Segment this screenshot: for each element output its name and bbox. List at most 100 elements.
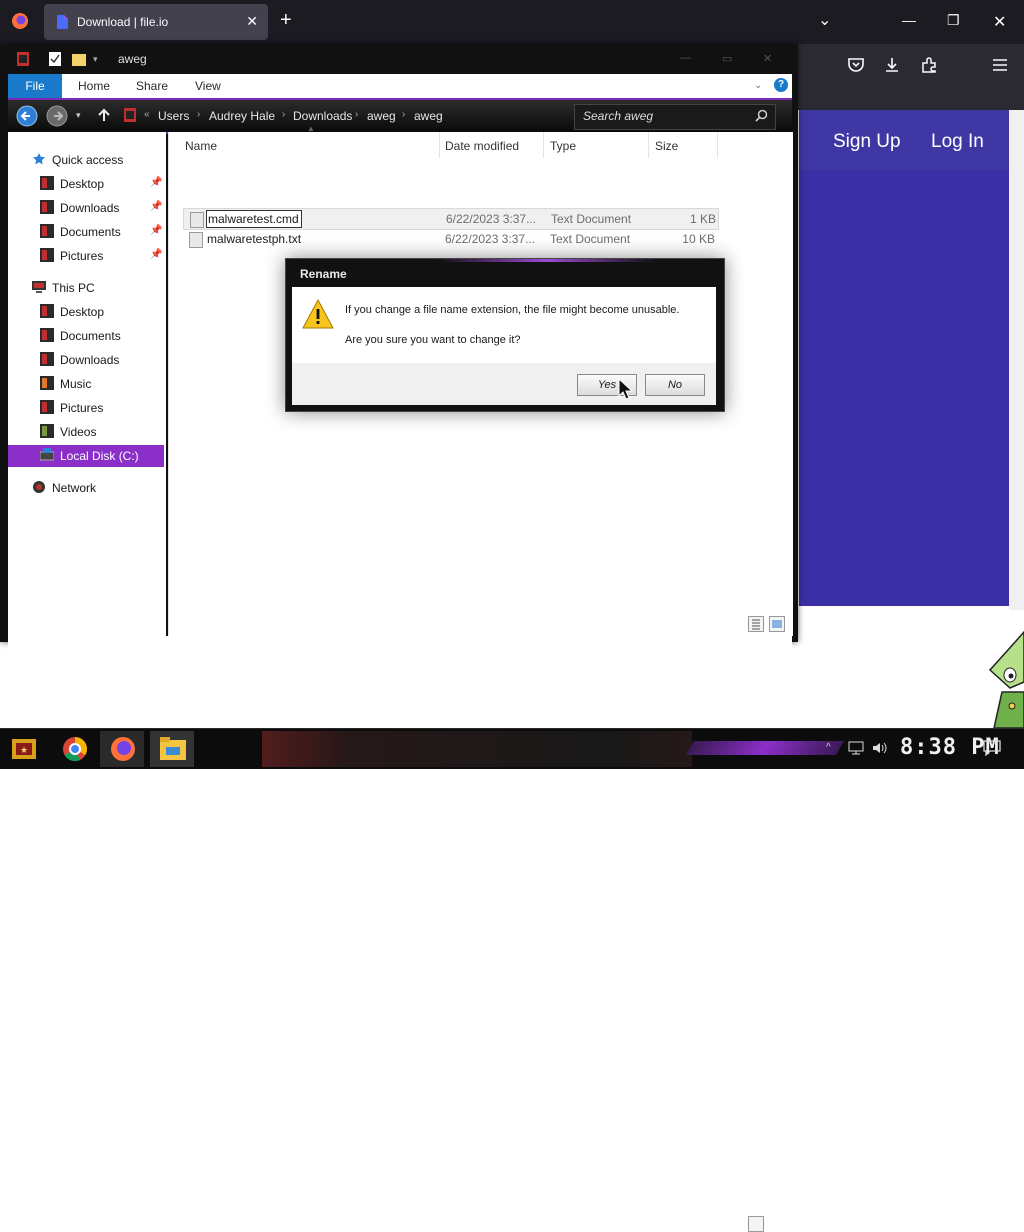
breadcrumb-audrey-hale[interactable]: Audrey Hale	[209, 109, 275, 123]
breadcrumb-separator-icon[interactable]: ›	[282, 109, 285, 120]
breadcrumb-aweg-current[interactable]: aweg	[414, 109, 443, 123]
start-icon[interactable]: ★	[10, 735, 38, 763]
explorer-title-bar: ▾ aweg — ▭ ✕	[0, 44, 798, 74]
pictures-folder-icon	[40, 400, 54, 414]
navigation-pane: Quick access Desktop 📌 Downloads 📌 Docum…	[8, 132, 166, 636]
ribbon-tab-file[interactable]: File	[8, 74, 62, 98]
desktop-folder-icon	[40, 304, 54, 318]
firefox-icon[interactable]	[110, 736, 136, 762]
nav-quick-access[interactable]: Quick access	[8, 149, 164, 171]
breadcrumb-separator-icon[interactable]: ›	[197, 109, 200, 120]
taskbar: ★ ^ 8:38 PM	[0, 728, 1024, 769]
breadcrumb-separator-icon[interactable]: ›	[402, 109, 405, 120]
volume-icon[interactable]	[872, 741, 888, 755]
up-icon[interactable]	[96, 107, 112, 123]
downloads-folder-icon	[40, 352, 54, 366]
nav-pc-videos[interactable]: Videos	[8, 421, 164, 443]
network-tray-icon[interactable]	[848, 741, 864, 755]
explorer-app-icon[interactable]	[17, 52, 29, 66]
tab-file-io[interactable]: Download | file.io ✕	[44, 4, 268, 40]
file-size: 10 KB	[682, 232, 715, 246]
minimize-icon[interactable]: —	[902, 12, 916, 28]
expand-ribbon-icon[interactable]: ⌄	[754, 80, 762, 91]
log-in-link[interactable]: Log In	[931, 131, 984, 153]
ribbon-tab-view[interactable]: View	[195, 79, 221, 93]
recent-locations-icon[interactable]: ▾	[76, 110, 81, 121]
breadcrumb-aweg-parent[interactable]: aweg	[367, 109, 396, 123]
nav-label: Videos	[60, 425, 97, 439]
page-scrollbar[interactable]	[1009, 110, 1024, 610]
details-view-icon[interactable]	[748, 616, 764, 632]
help-icon[interactable]: ?	[774, 78, 788, 92]
search-placeholder: Search aweg	[583, 109, 654, 123]
breadcrumb-separator-icon[interactable]: ›	[355, 109, 358, 120]
pin-icon[interactable]: 📌	[150, 177, 162, 188]
explorer-maximize-icon[interactable]: ▭	[722, 52, 732, 65]
browser-tab-bar: Download | file.io ✕ + ⌄ — ❐ ✕	[0, 0, 1024, 44]
column-header-date[interactable]: Date modified	[439, 132, 544, 158]
pin-icon[interactable]: 📌	[150, 225, 162, 236]
nav-local-disk[interactable]: Local Disk (C:)	[8, 445, 164, 467]
nav-pc-pictures[interactable]: Pictures	[8, 397, 164, 419]
column-header-type[interactable]: Type	[544, 132, 649, 158]
nav-qa-pictures[interactable]: Pictures 📌	[8, 245, 164, 267]
properties-icon[interactable]	[49, 52, 61, 66]
column-label: Date modified	[445, 139, 520, 153]
pin-icon[interactable]: 📌	[150, 249, 162, 260]
nav-label: Quick access	[52, 153, 124, 167]
column-header-size[interactable]: Size	[649, 132, 718, 158]
forward-icon[interactable]	[46, 105, 68, 127]
nav-qa-downloads[interactable]: Downloads 📌	[8, 197, 164, 219]
column-header-name[interactable]: Name	[179, 132, 440, 158]
nav-pc-desktop[interactable]: Desktop	[8, 301, 164, 323]
notifications-icon[interactable]	[983, 740, 1001, 756]
nav-label: Local Disk (C:)	[60, 449, 139, 463]
pictures-folder-icon	[40, 248, 54, 262]
restore-icon[interactable]: ❐	[947, 12, 960, 29]
ribbon-tab-share[interactable]: Share	[136, 79, 168, 93]
breadcrumb-users[interactable]: Users	[158, 109, 189, 123]
back-icon[interactable]	[16, 105, 38, 127]
file-io-favicon	[55, 14, 69, 30]
nav-label: Pictures	[60, 249, 104, 263]
nav-qa-desktop[interactable]: Desktop 📌	[8, 173, 164, 195]
nav-pc-music[interactable]: Music	[8, 373, 164, 395]
chrome-icon[interactable]	[62, 736, 88, 762]
table-row[interactable]: malwaretestph.txt 6/22/2023 3:37... Text…	[183, 229, 717, 249]
details-view-icon[interactable]	[748, 1216, 764, 1232]
file-explorer-icon[interactable]	[160, 737, 186, 761]
desktop-folder-icon	[40, 176, 54, 190]
new-tab-button[interactable]: +	[280, 10, 292, 30]
firefox-menu-icon[interactable]	[11, 12, 29, 30]
explorer-minimize-icon[interactable]: —	[680, 52, 691, 64]
nav-qa-documents[interactable]: Documents 📌	[8, 221, 164, 243]
search-input[interactable]: Search aweg	[574, 104, 776, 130]
pin-icon[interactable]: 📌	[150, 201, 162, 212]
breadcrumb-downloads[interactable]: Downloads	[293, 109, 352, 123]
quick-access-toolbar-dropdown-icon[interactable]: ▾	[93, 54, 98, 65]
nav-pc-documents[interactable]: Documents	[8, 325, 164, 347]
nav-this-pc[interactable]: This PC	[8, 277, 164, 299]
ribbon-tab-home[interactable]: Home	[78, 79, 110, 93]
no-button[interactable]: No	[645, 374, 705, 396]
table-row[interactable]: malwaretest.cmd 6/22/2023 3:37... Text D…	[183, 208, 719, 230]
menu-icon[interactable]	[992, 56, 1010, 74]
download-icon[interactable]	[883, 56, 901, 74]
tab-close-icon[interactable]: ✕	[246, 13, 258, 30]
star-icon	[32, 152, 46, 166]
pocket-icon[interactable]	[847, 56, 865, 74]
search-icon[interactable]	[755, 109, 768, 122]
large-icons-view-icon[interactable]	[769, 616, 785, 632]
nav-network[interactable]: Network	[8, 477, 164, 499]
show-hidden-icons-icon[interactable]: ^	[826, 742, 831, 753]
nav-pc-downloads[interactable]: Downloads	[8, 349, 164, 371]
extensions-icon[interactable]	[920, 56, 938, 74]
address-bar: ▾ « Users › Audrey Hale › Downloads › aw…	[8, 98, 792, 134]
dialog-message-line1: If you change a file name extension, the…	[345, 304, 680, 316]
explorer-close-icon[interactable]: ✕	[763, 52, 772, 65]
list-all-tabs-icon[interactable]: ⌄	[818, 10, 831, 30]
new-folder-icon[interactable]	[72, 52, 86, 66]
sign-up-link[interactable]: Sign Up	[833, 131, 901, 153]
close-window-icon[interactable]: ✕	[993, 12, 1006, 32]
documents-folder-icon	[40, 224, 54, 238]
